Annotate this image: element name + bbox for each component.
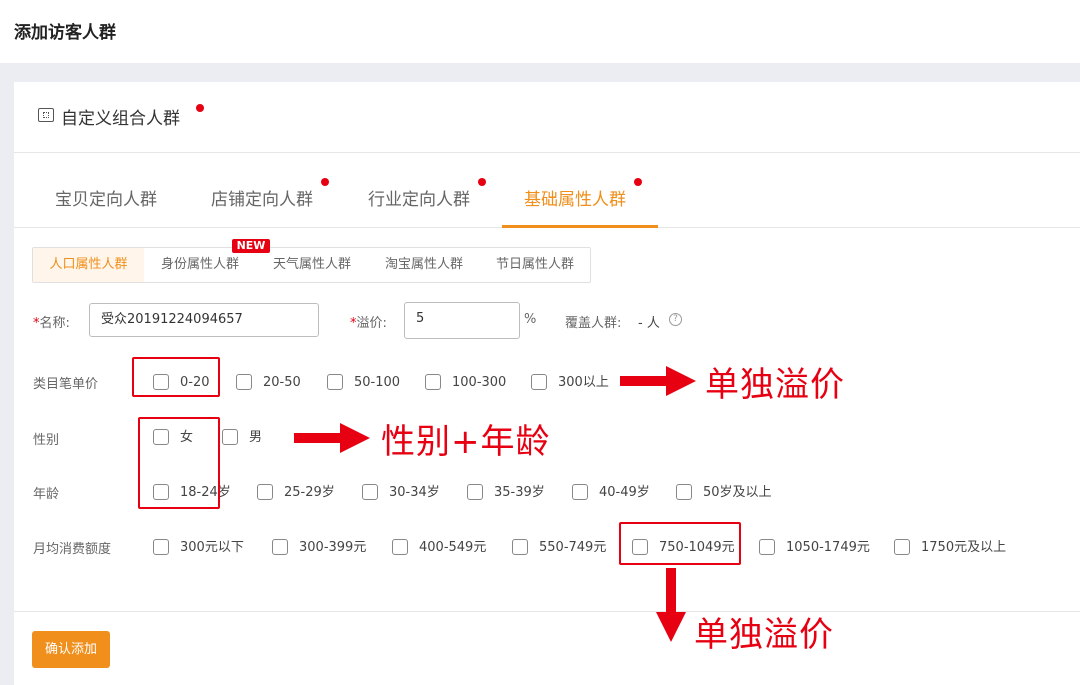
annotation-price-note: 单独溢价 [705,365,845,405]
confirm-add-button[interactable]: 确认添加 [32,631,110,668]
checkbox[interactable] [759,539,775,555]
top-bar: 添加访客人群 [0,0,1080,63]
annotation-box-price [132,357,220,397]
checkbox[interactable] [894,539,910,555]
coverage-label: 覆盖人群: [565,316,622,331]
page-title: 添加访客人群 [14,23,116,43]
subtab-weather[interactable]: 天气属性人群 [256,248,368,282]
checkbox[interactable] [467,484,483,500]
right-arrow-icon [294,423,370,453]
spend-row-label: 月均消费额度 [33,542,112,557]
checkbox[interactable] [272,539,288,555]
tab-notification-dot [478,178,486,186]
new-badge: NEW [232,239,270,253]
tab-industry-targeting[interactable]: 行业定向人群 [368,185,470,210]
tab-basic-attributes[interactable]: 基础属性人群 [524,185,626,210]
coverage-value: - 人 [638,316,660,331]
checkbox[interactable] [257,484,273,500]
card-header: 自定义组合人群 [14,82,1080,153]
tab-shop-targeting[interactable]: 店铺定向人群 [211,185,313,210]
tab-notification-dot [634,178,642,186]
subtab-identity[interactable]: 身份属性人群 [144,248,256,282]
premium-unit: % [524,312,537,327]
checkbox[interactable] [572,484,588,500]
subtab-bar: 人口属性人群 身份属性人群 天气属性人群 淘宝属性人群 节日属性人群 [32,247,591,283]
footer-divider [14,611,1080,612]
down-arrow-icon [656,568,686,642]
checkbox[interactable] [222,429,238,445]
annotation-box-spend [619,522,741,565]
right-arrow-icon [620,366,696,396]
subtab-taobao[interactable]: 淘宝属性人群 [368,248,480,282]
annotation-gender-age-note: 性别+年龄 [381,422,551,462]
checkbox[interactable] [512,539,528,555]
audience-icon [38,108,54,122]
section-title: 自定义组合人群 [61,109,180,129]
checkbox[interactable] [392,539,408,555]
premium-label: *溢价: [350,316,387,331]
name-label: *名称: [33,316,70,331]
tab-item-targeting[interactable]: 宝贝定向人群 [55,185,157,210]
subtab-population[interactable]: 人口属性人群 [33,248,144,282]
age-row-label: 年龄 [33,487,60,502]
checkbox[interactable] [676,484,692,500]
checkbox[interactable] [531,374,547,390]
tab-notification-dot [321,178,329,186]
checkbox[interactable] [425,374,441,390]
name-input[interactable]: 受众20191224094657 [89,303,319,337]
active-tab-indicator [502,225,658,228]
gender-row-label: 性别 [33,433,60,448]
subtab-holiday[interactable]: 节日属性人群 [480,248,590,282]
annotation-spend-note: 单独溢价 [694,615,834,655]
help-icon[interactable]: ? [669,312,682,327]
checkbox[interactable] [327,374,343,390]
checkbox[interactable] [153,539,169,555]
checkbox[interactable] [236,374,252,390]
price-row-label: 类目笔单价 [33,377,99,392]
premium-input[interactable]: 5 [404,302,520,339]
checkbox[interactable] [362,484,378,500]
notification-dot [196,104,204,112]
annotation-box-gender-age [138,417,220,509]
